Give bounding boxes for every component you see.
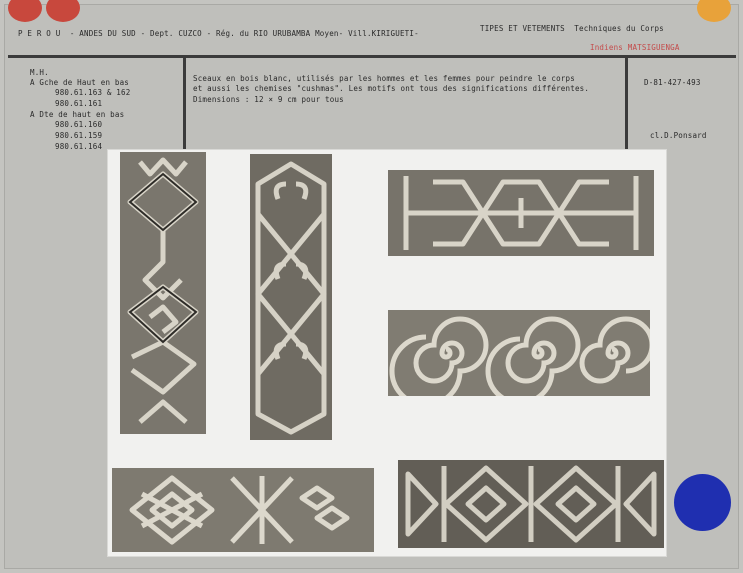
wooden-stamp-lattice: [112, 468, 374, 552]
people-label: Indiens MATSIGUENGA: [590, 43, 680, 52]
inventory-number: 980.61.160: [55, 120, 103, 129]
right-column-divider: [625, 55, 628, 150]
category-line: TIPES ET VETEMENTS Techniques du Corps: [480, 24, 664, 33]
inventory-number: 980.61.163 & 162: [55, 88, 131, 97]
photograph: [108, 150, 666, 556]
wooden-stamp-spiral-tall: [120, 152, 206, 434]
inventory-number: 980.61.161: [55, 99, 103, 108]
blue-marker-dot: [674, 474, 731, 531]
description-line-3: Dimensions : 12 × 9 cm pour tous: [193, 95, 344, 104]
photo-credit: cl.D.Ponsard: [650, 131, 707, 140]
left-column-divider: [183, 55, 186, 150]
location-line: P E R O U - ANDES DU SUD - Dept. CUZCO -…: [18, 29, 419, 38]
inventory-number: 980.61.164: [55, 142, 103, 151]
description-line-2: et aussi les chemises "cushmas". Les mot…: [193, 84, 590, 93]
wooden-stamp-hook-tall: [250, 154, 332, 440]
inventory-number: 980.61.159: [55, 131, 103, 140]
wooden-stamp-triple-spiral: [388, 310, 650, 396]
reference-number: D-81-427-493: [644, 78, 701, 87]
wooden-stamp-diamond-band: [398, 460, 664, 548]
wooden-stamp-cross-band: [388, 170, 654, 256]
